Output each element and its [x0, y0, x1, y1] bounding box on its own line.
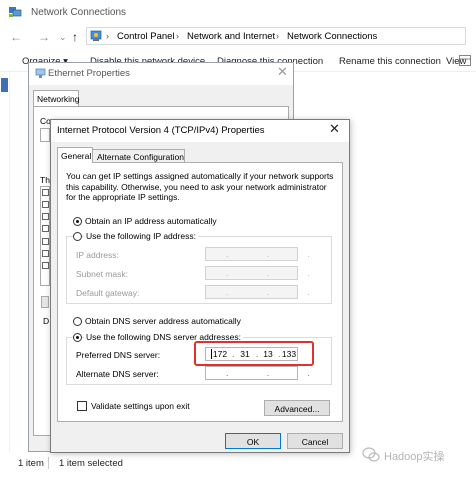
network-connections-icon [8, 6, 22, 18]
this-connection-uses-label: Th [40, 175, 50, 185]
preferred-dns-label: Preferred DNS server: [76, 350, 161, 360]
tab-alternate-configuration[interactable]: Alternate Configuration [93, 149, 185, 163]
use-following-dns-radio[interactable] [73, 333, 82, 342]
view-options-icon[interactable] [459, 55, 471, 66]
subnet-mask-dots: . . . [226, 268, 328, 278]
default-gateway-label: Default gateway: [76, 288, 140, 298]
wechat-logo-icon [362, 447, 380, 463]
connection-icon [1, 78, 8, 92]
obtain-ip-auto-label[interactable]: Obtain an IP address automatically [85, 216, 217, 226]
validate-settings-label[interactable]: Validate settings upon exit [91, 401, 190, 411]
advanced-button[interactable]: Advanced... [264, 400, 330, 416]
forward-arrow-icon[interactable]: → [38, 30, 50, 44]
connections-pane-edge [0, 72, 10, 452]
recent-locations-chevron-icon[interactable]: ⌄ [59, 32, 67, 43]
status-selected-count: 1 item selected [59, 458, 123, 469]
component-checkbox[interactable] [42, 262, 49, 269]
component-checkbox[interactable] [42, 213, 49, 220]
cancel-button[interactable]: Cancel [287, 433, 343, 449]
description-label: D [43, 316, 50, 326]
default-gateway-dots: . . . [226, 287, 328, 297]
breadcrumb-control-panel[interactable]: Control Panel [117, 31, 175, 42]
breadcrumb-separator-icon: › [176, 31, 179, 41]
obtain-dns-auto-radio[interactable] [73, 317, 82, 326]
close-icon[interactable]: ✕ [277, 64, 288, 80]
validate-settings-checkbox[interactable] [77, 401, 87, 411]
watermark-text: Hadoop实操 [384, 451, 445, 463]
close-icon[interactable]: ✕ [329, 121, 340, 137]
network-adapter-icon [35, 68, 46, 79]
tab-general[interactable]: General [57, 147, 93, 163]
ip-address-label: IP address: [76, 250, 119, 260]
component-checkbox[interactable] [42, 225, 49, 232]
breadcrumb-network-connections[interactable]: Network Connections [287, 31, 377, 42]
rename-connection-button[interactable]: Rename this connection [339, 56, 441, 67]
red-highlight-box [194, 341, 314, 366]
obtain-dns-auto-label[interactable]: Obtain DNS server address automatically [85, 316, 241, 326]
alternate-dns-label: Alternate DNS server: [76, 369, 159, 379]
component-checkbox[interactable] [42, 189, 49, 196]
breadcrumb-separator-icon: › [276, 31, 279, 41]
use-following-ip-radio[interactable] [73, 232, 82, 241]
component-checkbox[interactable] [42, 201, 49, 208]
adapter-name-box [40, 128, 50, 142]
back-arrow-icon[interactable]: ← [10, 30, 22, 44]
ipv4-description: You can get IP settings assigned automat… [66, 171, 334, 202]
ok-button[interactable]: OK [225, 433, 281, 449]
up-arrow-icon[interactable]: ↑ [72, 30, 78, 44]
breadcrumb-separator-icon: › [106, 31, 109, 41]
ethernet-properties-title: Ethernet Properties [48, 68, 130, 79]
subnet-mask-label: Subnet mask: [76, 269, 128, 279]
alternate-dns-dots: . . . [226, 368, 328, 378]
control-panel-icon [90, 30, 102, 42]
tab-networking[interactable]: Networking [33, 90, 80, 107]
use-following-ip-label[interactable]: Use the following IP address: [84, 231, 198, 241]
ipv4-properties-title: Internet Protocol Version 4 (TCP/IPv4) P… [57, 125, 265, 136]
component-checkbox[interactable] [42, 238, 49, 245]
breadcrumb-network-and-internet[interactable]: Network and Internet [187, 31, 275, 42]
obtain-ip-auto-radio[interactable] [73, 217, 82, 226]
status-separator [48, 457, 49, 469]
component-checkbox[interactable] [42, 250, 49, 257]
status-item-count: 1 item [18, 458, 44, 469]
window-title: Network Connections [31, 7, 127, 18]
ip-address-dots: . . . [226, 249, 328, 259]
install-button[interactable] [41, 296, 49, 308]
